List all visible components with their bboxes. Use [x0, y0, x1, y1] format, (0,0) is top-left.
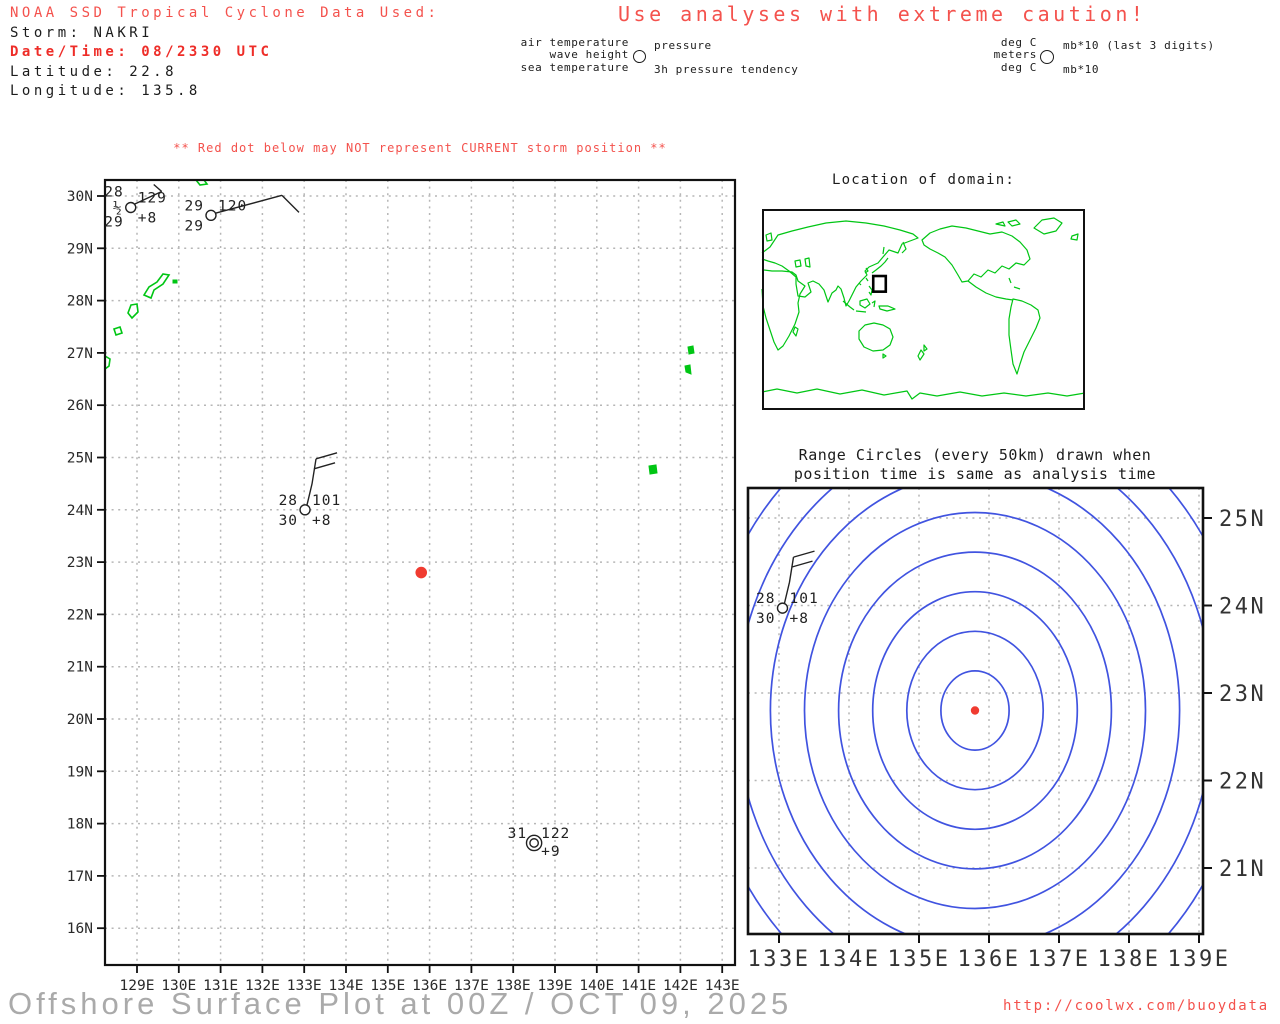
- y-tick-label: 30N: [67, 189, 93, 205]
- storm-position-dot: [970, 706, 980, 715]
- station-pressure: 122: [541, 826, 570, 842]
- y-tick-label: 26N: [67, 398, 93, 414]
- station-air-temp: 29: [185, 198, 204, 214]
- wind-barb-icon: [793, 550, 815, 558]
- x-tick-label: 135E: [888, 947, 951, 972]
- calm-wind-icon: [529, 838, 539, 848]
- page-title: Offshore Surface Plot at 00Z / OCT 09, 2…: [8, 986, 793, 1021]
- legend-sea-temperature: sea temperature: [520, 61, 629, 74]
- station-pressure: 120: [218, 198, 247, 214]
- wind-barb-icon: [315, 452, 338, 460]
- station-air-temp: 28: [279, 493, 298, 509]
- y-tick-label: 16N: [67, 921, 93, 937]
- range-grid: [748, 488, 1212, 943]
- station-pressure-tendency: +9: [541, 844, 560, 860]
- x-tick-label: 137E: [1028, 947, 1091, 972]
- world-coastlines: [761, 217, 1086, 400]
- y-tick-label: 27N: [67, 346, 93, 362]
- station-circle-icon: [299, 504, 311, 516]
- station-pressure: 101: [312, 493, 341, 509]
- storm-latitude: Latitude: 22.8: [10, 63, 178, 80]
- legend-pressure-tendency: 3h pressure tendency: [654, 63, 799, 76]
- x-tick-label: 139E: [1168, 947, 1231, 972]
- station-sea-temp: 29: [185, 218, 204, 234]
- station-pressure-tendency: +8: [790, 611, 809, 627]
- legend-pressure: pressure: [654, 39, 712, 52]
- storm-longitude: Longitude: 135.8: [10, 83, 201, 99]
- wind-barb-icon: [313, 462, 336, 470]
- wind-barb-icon: [791, 560, 813, 568]
- range-title-line2: position time is same as analysis time: [793, 465, 1157, 483]
- storm-name: Storm: NAKRI: [10, 24, 154, 41]
- station-circle-icon: [205, 209, 217, 222]
- caution-banner: Use analyses with extreme caution!: [618, 2, 1147, 26]
- station-circle-icon: [125, 201, 137, 214]
- station-pressure-tendency: +8: [312, 513, 331, 529]
- y-tick-label: 24N: [1219, 595, 1266, 620]
- station-plot: 29 29 120: [185, 194, 300, 234]
- legend-tendency-unit: mb*10: [1063, 63, 1100, 76]
- legend-sea-unit: deg C: [1000, 61, 1037, 74]
- y-tick-label: 25N: [1219, 507, 1266, 532]
- storm-position-dot: [415, 566, 428, 579]
- legend-pressure-unit: mb*10 (last 3 digits): [1063, 39, 1215, 52]
- noaa-data-line: NOAA SSD Tropical Cyclone Data Used:: [10, 5, 440, 21]
- station-sea-temp: 29: [104, 215, 123, 231]
- y-tick-label: 23N: [67, 555, 93, 571]
- station-circle-icon: [633, 50, 646, 63]
- station-circle-icon: [776, 602, 789, 614]
- y-tick-label: 24N: [67, 503, 93, 519]
- station-air-temp: 28: [756, 591, 775, 607]
- station-plot: 28 30 101 +8: [279, 452, 341, 529]
- y-tick-label: 22N: [67, 607, 93, 623]
- storm-position-warning: ** Red dot below may NOT represent CURRE…: [173, 141, 667, 155]
- legend-wave-unit: meters: [993, 48, 1037, 61]
- wind-barb-icon: [281, 194, 300, 213]
- x-tick-label: 136E: [958, 947, 1021, 972]
- y-tick-label: 25N: [67, 451, 93, 467]
- station-sea-temp: 30: [756, 611, 775, 627]
- y-tick-label: 21N: [67, 660, 93, 676]
- station-pressure: 101: [790, 591, 819, 607]
- y-tick-label: 17N: [67, 869, 93, 885]
- y-tick-label: 23N: [1219, 682, 1266, 707]
- y-tick-label: 22N: [1219, 770, 1266, 795]
- legend-wave-height: wave height: [549, 48, 629, 61]
- station-sea-temp: 30: [279, 513, 298, 529]
- world-locator-map: [761, 209, 1086, 410]
- x-tick-label: 134E: [818, 947, 881, 972]
- storm-datetime: Date/Time: 08/2330 UTC: [10, 44, 273, 60]
- station-plot: 28½29129+8: [104, 183, 167, 231]
- y-tick-label: 19N: [67, 764, 93, 780]
- station-circle-icon: [1040, 50, 1054, 64]
- domain-rectangle: [871, 274, 888, 293]
- y-tick-label: 28N: [67, 294, 93, 310]
- range-title-line1: Range Circles (every 50km) drawn when: [798, 446, 1152, 464]
- storm-info-block: NOAA SSD Tropical Cyclone Data Used: Sto…: [10, 4, 439, 102]
- source-url[interactable]: http://coolwx.com/buoydata: [1003, 998, 1269, 1014]
- x-tick-label: 138E: [1098, 947, 1161, 972]
- x-tick-label: 133E: [748, 947, 811, 972]
- station-air-temp: 31: [508, 826, 527, 842]
- range-circles-title: Range Circles (every 50km) drawn when po…: [725, 446, 1225, 484]
- y-tick-label: 20N: [67, 712, 93, 728]
- y-tick-label: 18N: [67, 817, 93, 833]
- station-pressure: 129: [138, 191, 167, 207]
- offshore-surface-plot-page: NOAA SSD Tropical Cyclone Data Used: Sto…: [0, 0, 1280, 1024]
- map-frame: [762, 209, 1085, 410]
- calm-wind-icon: [525, 834, 543, 852]
- y-tick-label: 21N: [1219, 857, 1266, 882]
- range-circles-plot: 133E 134E 135E 136E 137E 138E 139E 25N 24N 23N 22N…: [746, 486, 1266, 972]
- main-station-plot: 129E 130E 131E 132E 133E 134E 135E 136E 137E 138E…: [67, 178, 740, 994]
- main-grid: [97, 180, 735, 973]
- station-pressure-tendency: +8: [138, 211, 157, 227]
- station-air-temp: 28: [104, 185, 123, 201]
- domain-map-title: Location of domain:: [832, 172, 1015, 188]
- y-tick-label: 29N: [67, 241, 93, 257]
- station-plot: 31 122 +9: [508, 826, 570, 860]
